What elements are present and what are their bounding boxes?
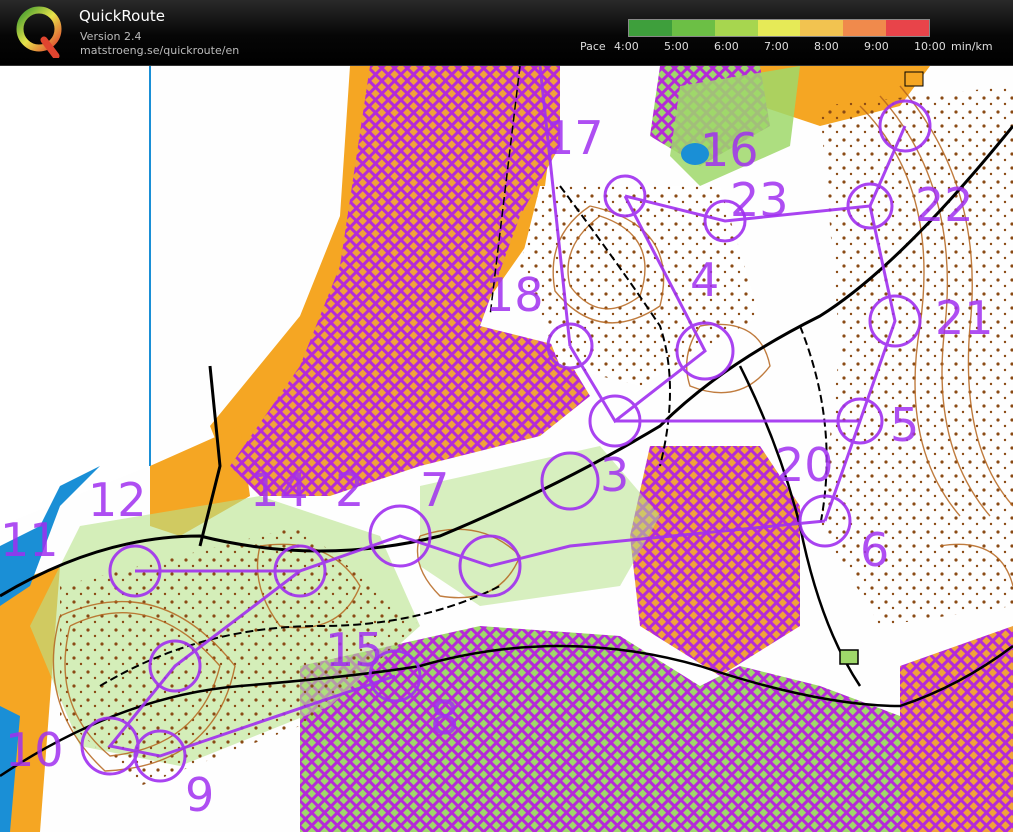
pace-color-segment xyxy=(714,20,758,36)
pace-color-scale xyxy=(628,19,930,37)
pace-ticks: 4:00 5:00 6:00 7:00 8:00 9:00 10:00 xyxy=(614,40,946,54)
control-number: 22 xyxy=(915,178,974,232)
app-url-link[interactable]: matstroeng.se/quickroute/en xyxy=(80,44,239,57)
app-title: QuickRoute xyxy=(79,7,165,25)
pace-color-segment xyxy=(757,20,801,36)
quickroute-logo-icon xyxy=(16,6,62,58)
app-header: QuickRoute Version 2.4 matstroeng.se/qui… xyxy=(0,0,1013,66)
pace-label: Pace xyxy=(580,40,606,53)
control-number: 17 xyxy=(545,111,604,165)
building-icon xyxy=(904,71,924,87)
control-number: 15 xyxy=(325,623,384,677)
control-number: 12 xyxy=(88,473,147,527)
control-number: 16 xyxy=(700,123,759,177)
control-number: 5 xyxy=(890,398,919,452)
pace-tick-label: 5:00 xyxy=(664,40,689,53)
pace-color-segment xyxy=(886,20,929,36)
off-map-area xyxy=(0,66,150,526)
control-number: 18 xyxy=(485,268,544,322)
control-number: 14 xyxy=(250,463,309,517)
map-canvas[interactable]: 16 17 23 22 21 4 18 5 20 6 3 7 2 14 15 8… xyxy=(0,66,1013,832)
control-number: 3 xyxy=(600,448,629,502)
control-number: 11 xyxy=(0,513,59,567)
control-number: 2 xyxy=(335,463,364,517)
map-symbol-icon xyxy=(839,649,859,665)
control-number: 8 xyxy=(430,691,459,745)
control-number: 23 xyxy=(730,173,789,227)
pace-tick-label: 8:00 xyxy=(814,40,839,53)
pace-legend: Pace 4:00 5:00 6:00 7:00 8:00 9:00 10:00 min/k… xyxy=(580,18,1010,58)
pace-color-segment xyxy=(671,20,715,36)
control-number: 7 xyxy=(420,463,449,517)
pace-color-segment xyxy=(629,20,672,36)
app-version: Version 2.4 xyxy=(80,30,142,43)
control-number: 6 xyxy=(860,523,889,577)
pace-color-segment xyxy=(800,20,844,36)
pace-unit: min/km xyxy=(951,40,993,53)
pace-tick-label: 7:00 xyxy=(764,40,789,53)
pace-tick-label: 10:00 xyxy=(914,40,946,53)
pace-tick-label: 9:00 xyxy=(864,40,889,53)
control-number: 21 xyxy=(935,291,994,345)
orienteering-map[interactable]: 16 17 23 22 21 4 18 5 20 6 3 7 2 14 15 8… xyxy=(0,66,1013,832)
control-number: 9 xyxy=(185,768,214,822)
control-number: 20 xyxy=(775,438,834,492)
control-number: 10 xyxy=(5,723,64,777)
pace-tick-label: 6:00 xyxy=(714,40,739,53)
pace-color-segment xyxy=(843,20,887,36)
pace-tick-label: 4:00 xyxy=(614,40,639,53)
